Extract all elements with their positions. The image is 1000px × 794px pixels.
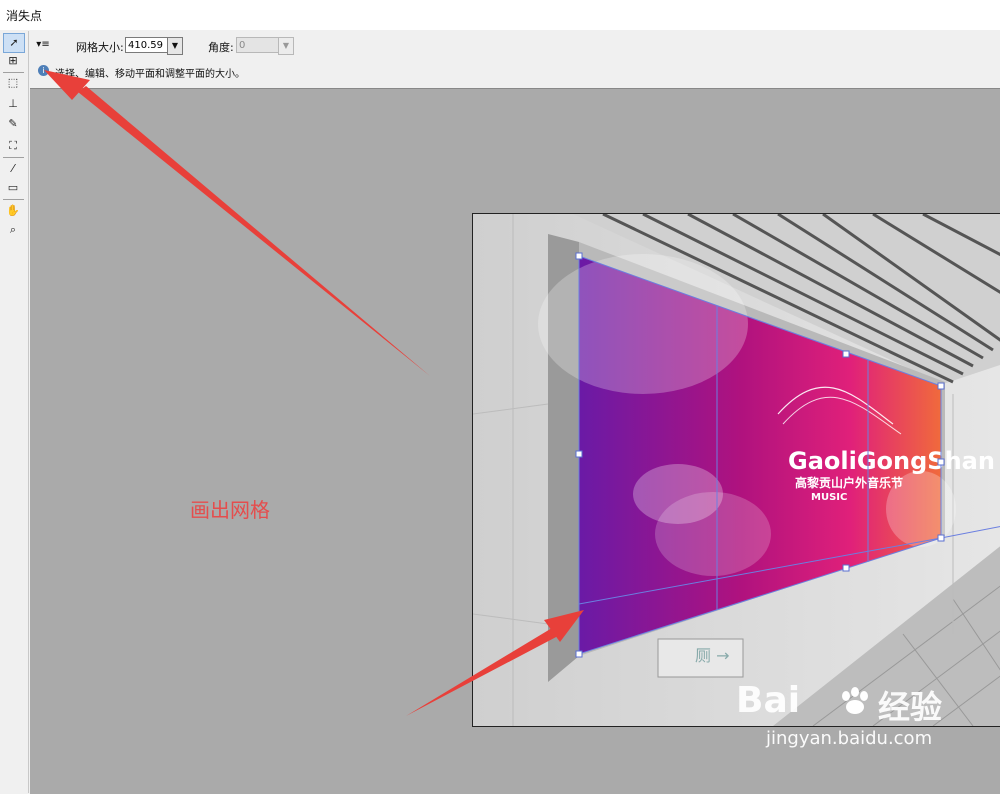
annotation-arrows	[44, 70, 584, 716]
arrow-to-tool-shaft	[78, 86, 430, 376]
arrow-to-grid-shaft	[406, 628, 558, 716]
